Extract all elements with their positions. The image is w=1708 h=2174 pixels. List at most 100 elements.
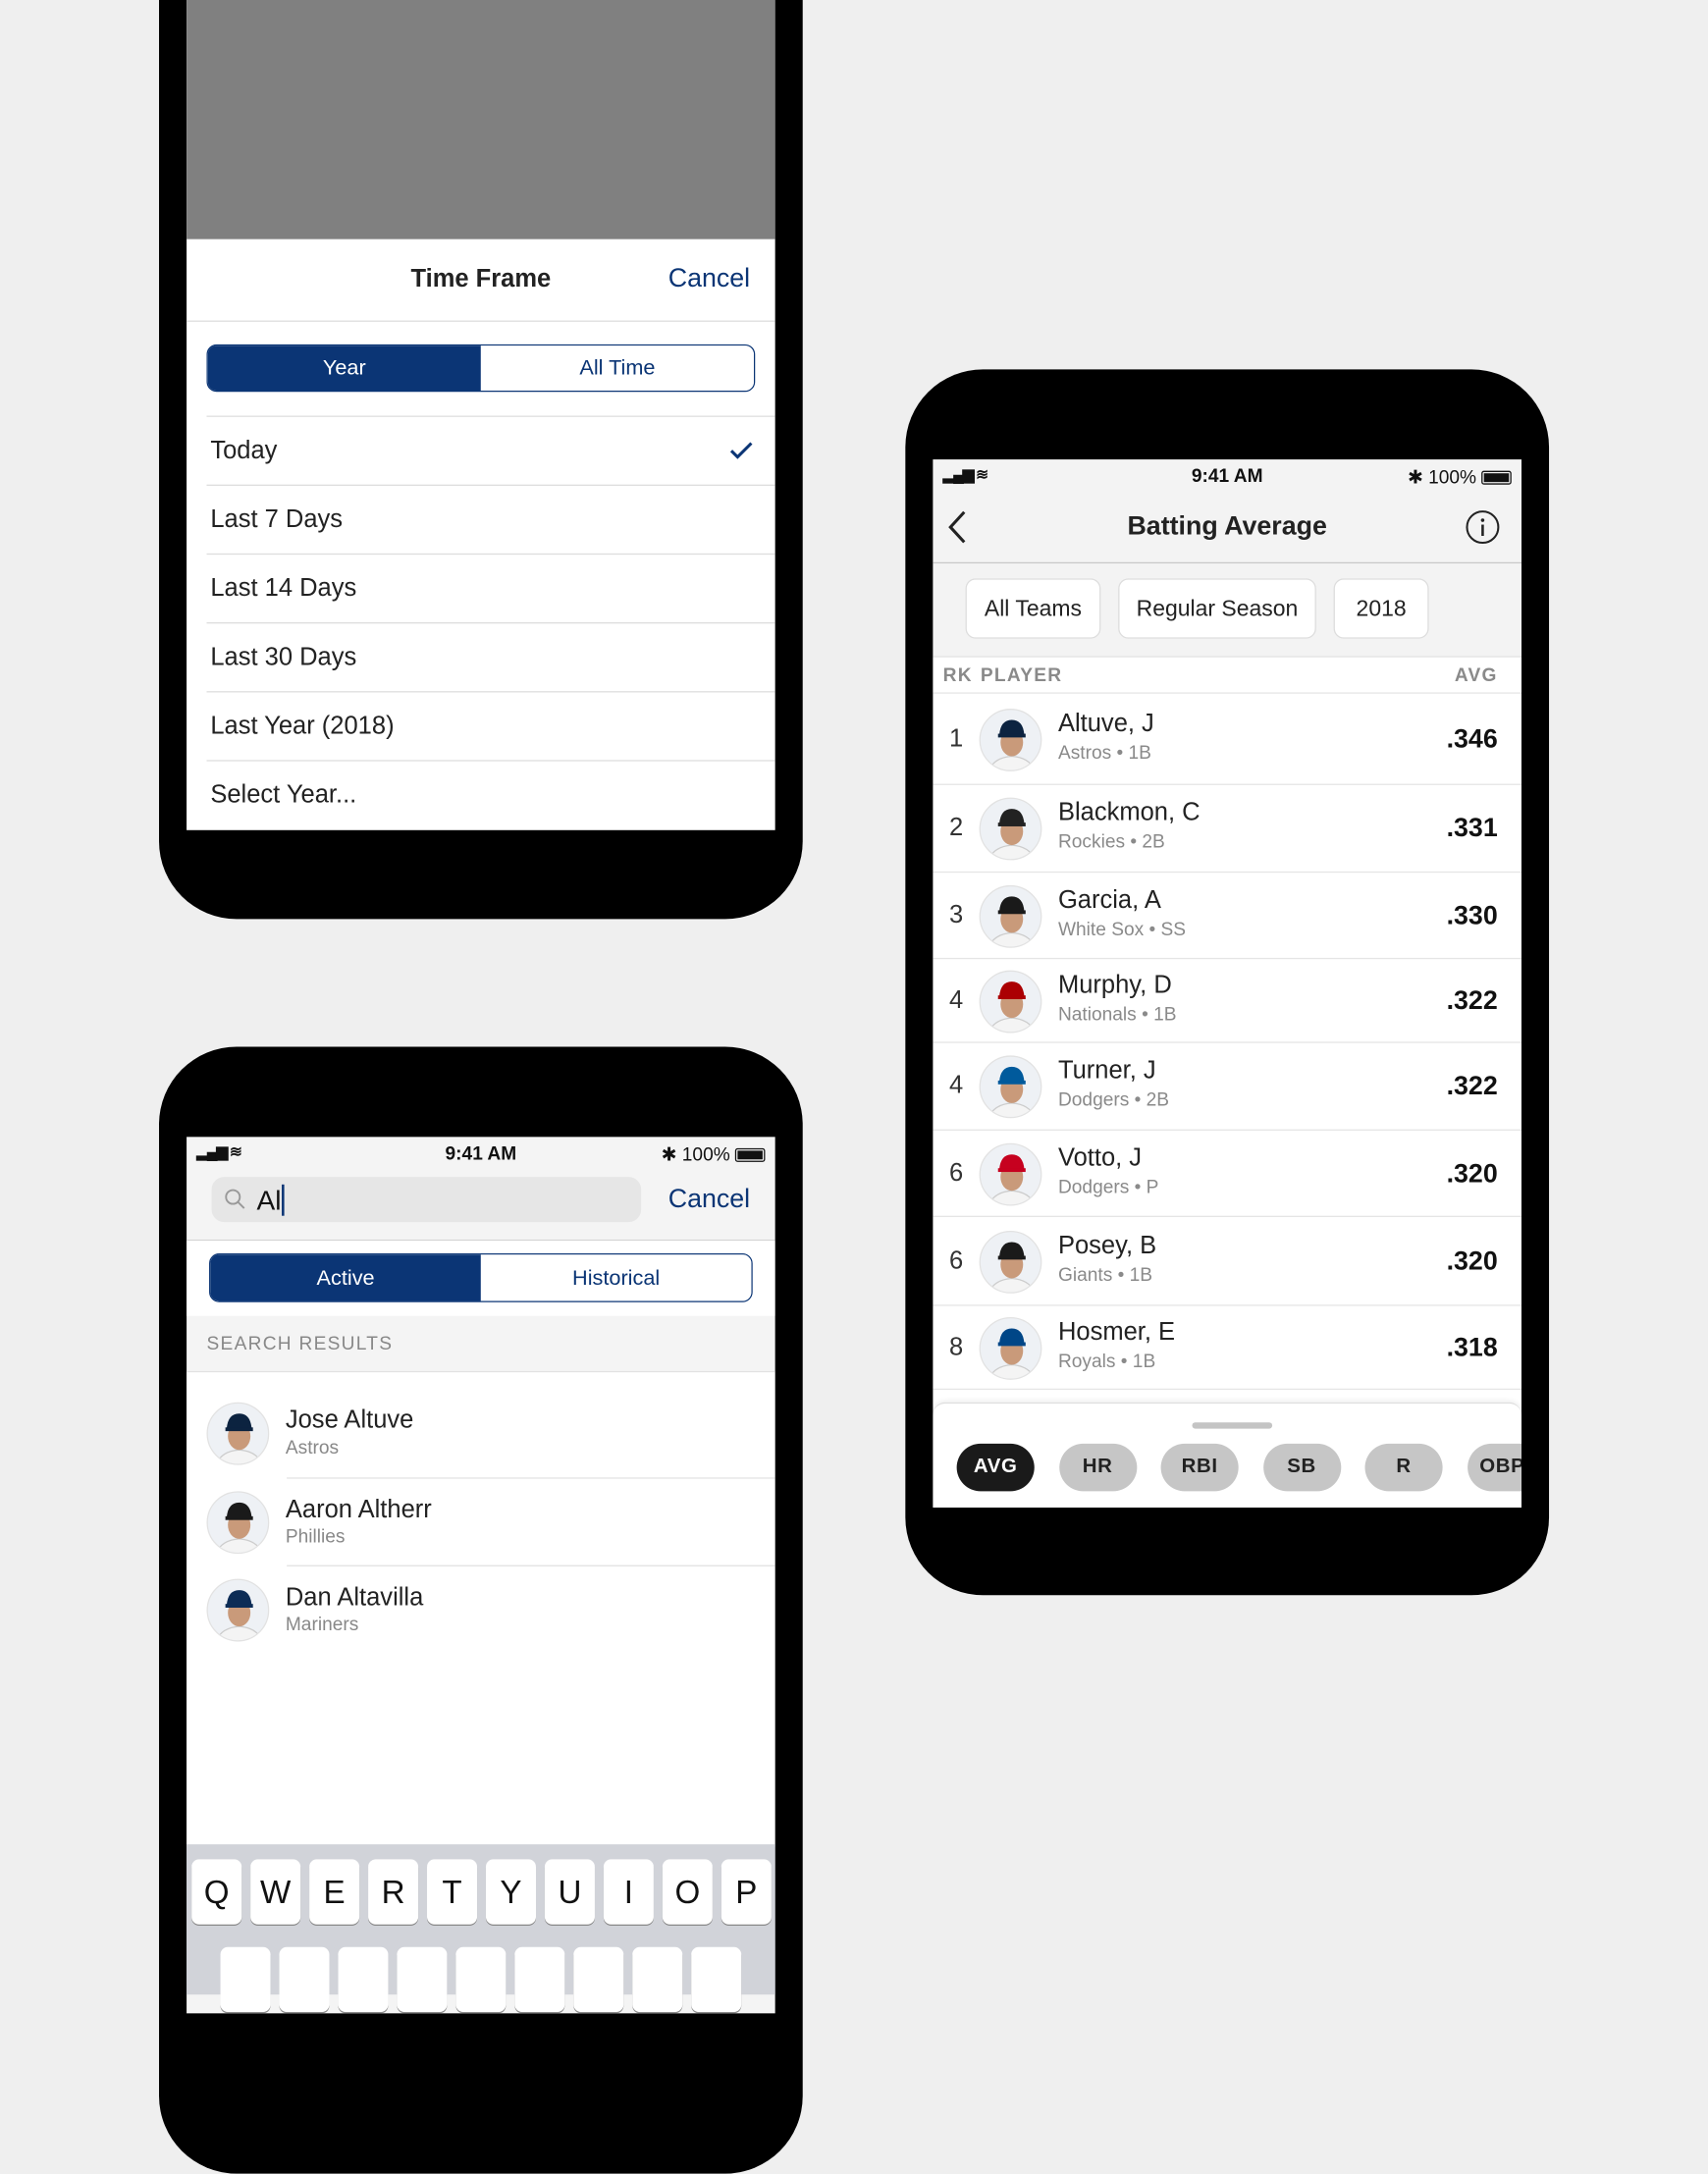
search-cancel-button[interactable]: Cancel <box>668 1185 750 1215</box>
player-meta: Royals • 1B <box>1057 1350 1156 1372</box>
key-q[interactable]: Q <box>191 1859 242 1925</box>
time-frame-option[interactable]: Select Year... <box>206 760 775 828</box>
stat-pill-avg[interactable]: AVG <box>956 1443 1035 1492</box>
player-meta: Giants • 1B <box>1057 1263 1153 1286</box>
stat-pill-hr[interactable]: HR <box>1058 1443 1137 1492</box>
battery-percent: 100% <box>1428 466 1477 488</box>
player-team: Rockies <box>1057 831 1126 853</box>
col-avg[interactable]: AVG <box>1455 664 1498 686</box>
info-icon[interactable] <box>1466 509 1501 545</box>
option-label: Today <box>210 436 278 464</box>
player-avg: .346 <box>1446 724 1498 754</box>
player-team: Giants <box>1057 1263 1113 1286</box>
key-t[interactable]: T <box>427 1859 478 1925</box>
filter-chip[interactable]: Regular Season <box>1118 578 1316 639</box>
player-name: Votto, J <box>1057 1143 1143 1172</box>
avatar <box>206 1578 270 1642</box>
divider <box>933 561 1521 564</box>
stat-pill-sb[interactable]: SB <box>1262 1443 1341 1492</box>
col-player[interactable]: PLAYER <box>981 664 1063 686</box>
time-frame-option[interactable]: Last 30 Days <box>206 622 775 691</box>
keyboard-key[interactable] <box>338 1946 389 2013</box>
result-team: Astros <box>285 1437 340 1459</box>
player-avg: .322 <box>1446 985 1498 1015</box>
key-p[interactable]: P <box>721 1859 772 1925</box>
avatar <box>979 884 1042 948</box>
bluetooth-icon: ✱ <box>1407 466 1423 489</box>
player-team: Dodgers <box>1057 1176 1130 1198</box>
key-u[interactable]: U <box>544 1859 595 1925</box>
time-frame-option[interactable]: Last Year (2018) <box>206 691 775 760</box>
player-name: Murphy, D <box>1057 971 1172 999</box>
cancel-button[interactable]: Cancel <box>668 264 750 294</box>
keyboard-key[interactable] <box>455 1946 507 2013</box>
keyboard-key[interactable] <box>514 1946 565 2013</box>
key-w[interactable]: W <box>250 1859 301 1925</box>
keyboard-key[interactable] <box>220 1946 271 2013</box>
player-position: 2B <box>1142 831 1165 853</box>
avatar <box>206 1491 270 1555</box>
segment-all-time[interactable]: All Time <box>480 345 754 392</box>
time-frame-option[interactable]: Today <box>206 415 775 485</box>
search-value: Al <box>256 1184 282 1216</box>
result-name: Aaron Altherr <box>285 1496 432 1524</box>
keyboard-key[interactable] <box>397 1946 448 2013</box>
keyboard-key[interactable] <box>573 1946 624 2013</box>
key-r[interactable]: R <box>368 1859 419 1925</box>
row-rank: 2 <box>948 814 964 842</box>
player-position: 1B <box>1129 1263 1153 1286</box>
avatar <box>979 709 1042 771</box>
drag-handle[interactable] <box>1192 1422 1273 1429</box>
time-frame-screen: Time Frame Cancel Year All Time Today Las… <box>187 0 775 830</box>
status-bar: ▂▄▆ ︎≋ 9:41 AM ✱ 100% <box>933 459 1521 491</box>
year-segmented-control: Year All Time <box>206 344 756 393</box>
avatar <box>206 1402 270 1465</box>
player-team: Astros <box>1057 742 1112 765</box>
player-meta: Dodgers • P <box>1057 1176 1159 1198</box>
row-rank: 4 <box>948 985 964 1014</box>
player-name: Hosmer, E <box>1057 1317 1176 1346</box>
segment-year[interactable]: Year <box>207 345 481 392</box>
search-result[interactable] <box>187 1566 775 1654</box>
key-e[interactable]: E <box>309 1859 360 1925</box>
bluetooth-icon: ✱ <box>661 1143 677 1166</box>
time-frame-option[interactable]: Last 7 Days <box>206 484 775 554</box>
player-headshot-icon <box>215 1590 263 1641</box>
option-label: Last 14 Days <box>210 573 357 602</box>
avatar <box>979 1055 1042 1119</box>
player-meta: Nationals • 1B <box>1057 1003 1177 1026</box>
player-name: Turner, J <box>1057 1056 1156 1085</box>
key-o[interactable]: O <box>662 1859 713 1925</box>
dim-overlay[interactable] <box>187 0 775 239</box>
keyboard-key[interactable] <box>691 1946 742 2013</box>
player-team: Dodgers <box>1057 1088 1130 1111</box>
row-rank: 1 <box>948 724 964 753</box>
key-y[interactable]: Y <box>485 1859 536 1925</box>
search-input[interactable]: Al <box>211 1177 642 1223</box>
avatar <box>979 970 1042 1033</box>
keyboard-key[interactable] <box>632 1946 683 2013</box>
col-rk[interactable]: RK <box>943 664 973 686</box>
segment-historical[interactable]: Historical <box>480 1254 752 1301</box>
time-frame-option[interactable]: Last 14 Days <box>206 553 775 622</box>
filter-chip[interactable]: All Teams <box>965 578 1101 639</box>
stat-pill-r[interactable]: R <box>1364 1443 1443 1492</box>
stat-pill-rbi[interactable]: RBI <box>1160 1443 1239 1492</box>
result-team: Phillies <box>285 1526 346 1548</box>
keyboard-key[interactable] <box>279 1946 330 2013</box>
player-name: Altuve, J <box>1057 710 1154 738</box>
key-i[interactable]: I <box>603 1859 654 1925</box>
divider <box>187 320 775 322</box>
filter-chip[interactable]: 2018 <box>1333 578 1429 639</box>
checkmark-icon <box>729 442 753 459</box>
row-rank: 8 <box>948 1332 964 1361</box>
player-avg: .330 <box>1446 900 1498 930</box>
player-name: Blackmon, C <box>1057 798 1201 826</box>
player-avg: .320 <box>1446 1246 1498 1276</box>
segment-active[interactable]: Active <box>210 1254 481 1301</box>
player-avg: .331 <box>1446 814 1498 843</box>
player-position: SS <box>1160 918 1187 940</box>
stat-pill-obp[interactable]: OBP <box>1467 1443 1521 1492</box>
player-headshot-icon <box>987 809 1036 860</box>
player-team: Nationals <box>1057 1003 1137 1026</box>
